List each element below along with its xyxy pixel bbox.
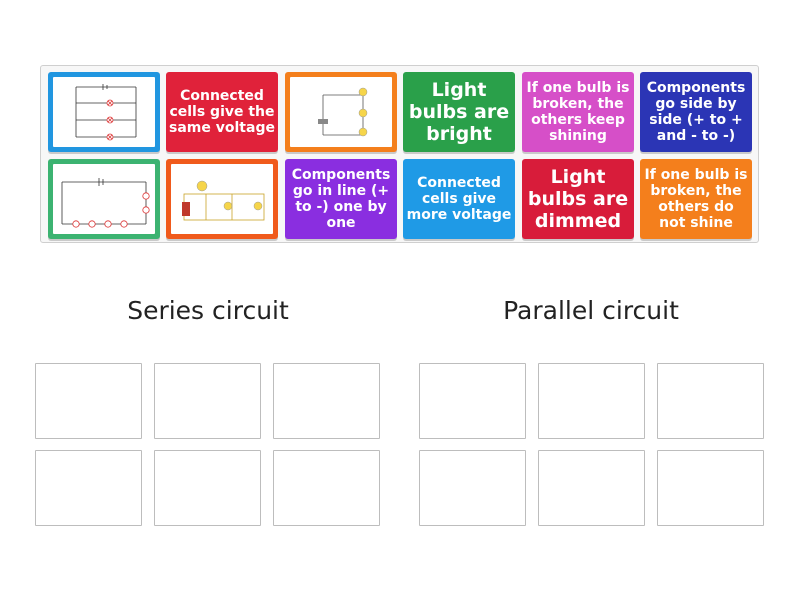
card-text: Connected cells give the same voltage (169, 88, 275, 136)
parallel-photo-card[interactable] (166, 159, 278, 239)
series-circuit-bulbs-illustration (318, 87, 368, 137)
parallel-diagram-card[interactable] (48, 72, 160, 152)
series-drop-slot[interactable] (154, 450, 261, 526)
parallel-drop-slot[interactable] (419, 363, 526, 439)
parallel-drop-slot[interactable] (657, 363, 764, 439)
series-circuit-diagram (61, 178, 150, 228)
series-drop-slot[interactable] (273, 363, 380, 439)
parallel-drop-slot[interactable] (657, 450, 764, 526)
series-drop-slot[interactable] (273, 450, 380, 526)
keep-shining-card[interactable]: If one bulb is broken, the others keep s… (522, 72, 634, 152)
card-text: Components go side by side (+ to + and -… (646, 80, 746, 144)
parallel-drop-slot[interactable] (538, 450, 645, 526)
series-drop-slot[interactable] (35, 450, 142, 526)
series-diagram-card[interactable] (48, 159, 160, 239)
same-voltage-card[interactable]: Connected cells give the same voltage (166, 72, 278, 152)
parallel-circuit-diagram (75, 84, 137, 141)
parallel-drop-slot[interactable] (419, 450, 526, 526)
series-drop-slot[interactable] (35, 363, 142, 439)
card-text: Components go in line (+ to -) one by on… (291, 167, 391, 231)
card-text: If one bulb is broken, the others do not… (644, 167, 748, 231)
card-text: If one bulb is broken, the others keep s… (526, 80, 630, 144)
series-group-title: Series circuit (127, 296, 289, 325)
side-by-side-card[interactable]: Components go side by side (+ to + and -… (640, 72, 752, 152)
card-text: Light bulbs are bright (408, 79, 510, 145)
more-voltage-card[interactable]: Connected cells give more voltage (403, 159, 515, 239)
dimmed-card[interactable]: Light bulbs are dimmed (522, 159, 634, 239)
in-line-card[interactable]: Components go in line (+ to -) one by on… (285, 159, 397, 239)
parallel-group-title: Parallel circuit (503, 296, 679, 325)
card-text: Light bulbs are dimmed (527, 166, 629, 232)
parallel-circuit-bulbs-illustration (182, 180, 265, 221)
series-drop-slot[interactable] (154, 363, 261, 439)
bright-card[interactable]: Light bulbs are bright (403, 72, 515, 152)
series-photo-card[interactable] (285, 72, 397, 152)
card-text: Connected cells give more voltage (406, 175, 512, 223)
not-shine-card[interactable]: If one bulb is broken, the others do not… (640, 159, 752, 239)
parallel-drop-slot[interactable] (538, 363, 645, 439)
